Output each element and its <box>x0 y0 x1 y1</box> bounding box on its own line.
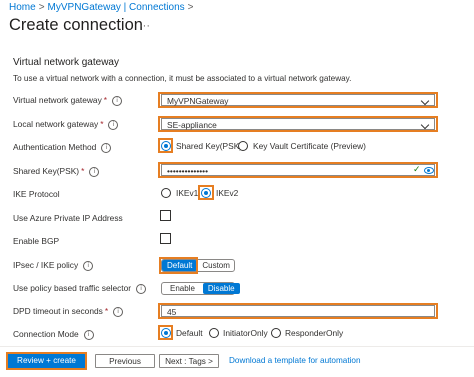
lng-label: Local network gateway * i <box>13 118 119 130</box>
ike-label-text: IKE Protocol <box>13 189 60 199</box>
private-ip-label: Use Azure Private IP Address <box>13 212 123 224</box>
vng-label: Virtual network gateway * i <box>13 94 123 106</box>
info-icon[interactable]: i <box>83 329 94 340</box>
auth-psk-radio[interactable] <box>161 141 171 151</box>
bgp-checkbox[interactable] <box>160 233 171 244</box>
required-marker: * <box>81 166 85 176</box>
next-tags-button[interactable]: Next : Tags > <box>159 354 219 368</box>
breadcrumb-separator: > <box>187 2 194 13</box>
highlight-box <box>159 257 198 274</box>
auth-psk-label: Shared Key(PSK) <box>176 141 243 151</box>
psk-input[interactable]: •••••••••••••• <box>161 164 435 176</box>
section-description: To use a virtual network with a connecti… <box>13 74 352 83</box>
policy-selector-toggle[interactable]: Enable Disable <box>161 282 240 295</box>
previous-button[interactable]: Previous <box>95 354 155 368</box>
lng-dropdown[interactable]: SE-appliance <box>161 118 435 130</box>
vng-dropdown[interactable]: MyVPNGateway <box>161 94 435 106</box>
breadcrumb-connections[interactable]: MyVPNGateway | Connections <box>48 2 185 13</box>
info-icon[interactable]: i <box>83 260 94 271</box>
vng-value: MyVPNGateway <box>167 96 229 106</box>
review-create-button[interactable]: Review + create <box>8 354 85 368</box>
breadcrumb-separator: > <box>38 2 45 13</box>
chevron-down-icon <box>420 120 430 130</box>
info-icon[interactable]: i <box>136 283 147 294</box>
ikev2-radio[interactable] <box>201 188 211 198</box>
lng-label-text: Local network gateway <box>13 119 99 129</box>
footer-divider <box>0 346 474 347</box>
info-icon[interactable]: i <box>113 306 124 317</box>
ipsec-label: IPsec / IKE policy i <box>13 259 94 271</box>
policy-enable-option[interactable]: Enable <box>162 283 203 294</box>
info-icon[interactable]: i <box>101 142 112 153</box>
checkmark-icon: ✓ <box>413 164 421 174</box>
mode-initiator-radio[interactable] <box>209 328 219 338</box>
policy-selector-label: Use policy based traffic selector i <box>13 282 147 294</box>
mode-default-label: Default <box>176 328 203 338</box>
bgp-label: Enable BGP <box>13 235 59 247</box>
info-icon[interactable]: i <box>112 95 123 106</box>
mode-default-radio[interactable] <box>161 328 171 338</box>
auth-label-text: Authentication Method <box>13 142 97 152</box>
lng-value: SE-appliance <box>167 120 217 130</box>
dpd-value: 45 <box>167 307 177 317</box>
auth-keyvault-radio[interactable] <box>238 141 248 151</box>
psk-label-text: Shared Key(PSK) <box>13 166 80 176</box>
vng-label-text: Virtual network gateway <box>13 95 102 105</box>
dpd-label-text: DPD timeout in seconds <box>13 306 103 316</box>
info-icon[interactable]: i <box>89 166 100 177</box>
mode-responder-radio[interactable] <box>271 328 281 338</box>
psk-label: Shared Key(PSK) * i <box>13 165 100 177</box>
private-ip-checkbox[interactable] <box>160 210 171 221</box>
policy-disable-option[interactable]: Disable <box>202 283 240 294</box>
ikev1-radio[interactable] <box>161 188 171 198</box>
mode-responder-label: ResponderOnly <box>285 328 344 338</box>
info-icon[interactable]: i <box>108 119 119 130</box>
required-marker: * <box>100 119 104 129</box>
download-template-link[interactable]: Download a template for automation <box>229 356 361 365</box>
breadcrumb-home[interactable]: Home <box>9 2 36 13</box>
section-heading: Virtual network gateway <box>13 57 119 68</box>
dpd-input[interactable]: 45 <box>161 305 435 317</box>
chevron-down-icon <box>420 96 430 106</box>
private-ip-label-text: Use Azure Private IP Address <box>13 213 123 223</box>
mode-label-text: Connection Mode <box>13 329 79 339</box>
ipsec-custom-option[interactable]: Custom <box>197 260 235 271</box>
breadcrumb: Home > MyVPNGateway | Connections > <box>9 2 196 13</box>
mode-label: Connection Mode i <box>13 328 94 340</box>
more-options-button[interactable]: ··· <box>139 20 150 32</box>
psk-value: •••••••••••••• <box>167 166 209 176</box>
policy-selector-label-text: Use policy based traffic selector <box>13 283 132 293</box>
auth-keyvault-label: Key Vault Certificate (Preview) <box>253 141 366 151</box>
ikev1-label: IKEv1 <box>176 188 199 198</box>
required-marker: * <box>104 306 109 316</box>
mode-initiator-label: InitiatorOnly <box>223 328 268 338</box>
ikev2-label: IKEv2 <box>216 188 239 198</box>
ipsec-label-text: IPsec / IKE policy <box>13 260 79 270</box>
auth-label: Authentication Method i <box>13 141 112 153</box>
ike-label: IKE Protocol <box>13 188 60 200</box>
required-marker: * <box>103 95 108 105</box>
bgp-label-text: Enable BGP <box>13 236 60 246</box>
eye-icon[interactable] <box>424 167 434 174</box>
dpd-label: DPD timeout in seconds * i <box>13 305 124 317</box>
page-title: Create connection <box>9 16 143 34</box>
